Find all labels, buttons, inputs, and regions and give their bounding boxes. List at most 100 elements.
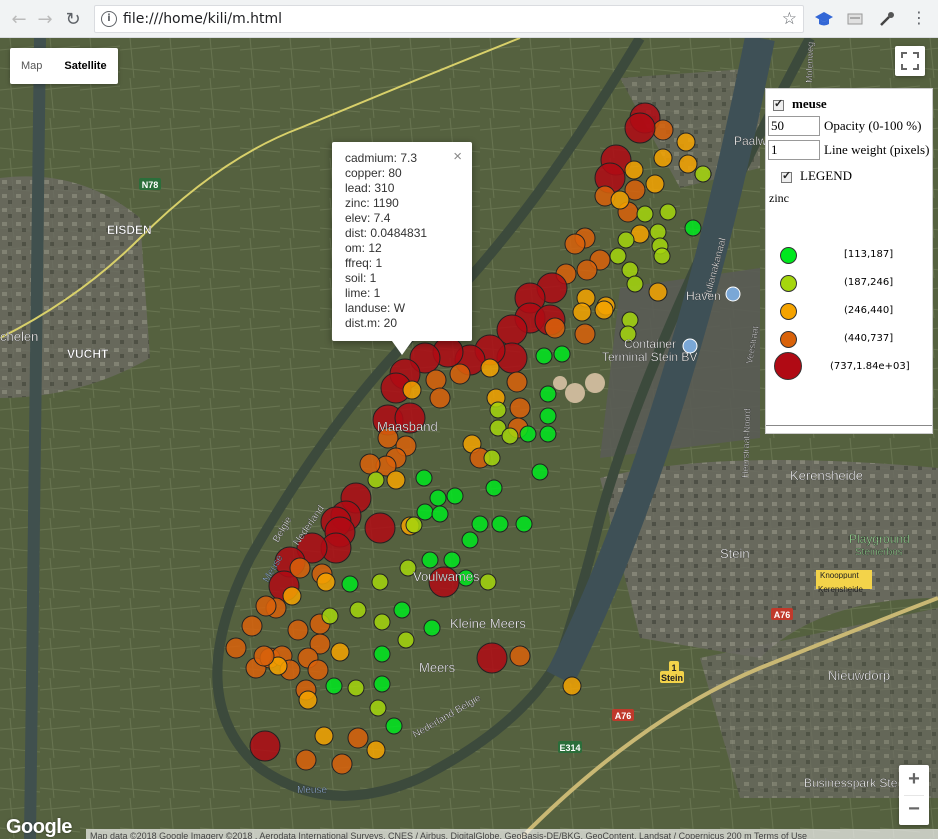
zinc-point-marker[interactable] [225,637,247,659]
back-arrow-icon[interactable]: ← [8,8,30,30]
zinc-point-marker[interactable] [446,487,464,505]
zinc-point-marker[interactable] [295,749,317,771]
zinc-point-marker[interactable] [506,371,528,393]
zinc-point-marker[interactable] [609,247,627,265]
zinc-point-marker[interactable] [617,231,635,249]
zinc-point-marker[interactable] [421,551,439,569]
zinc-point-marker[interactable] [364,512,396,544]
zinc-point-marker[interactable] [562,676,582,696]
zoom-in-button[interactable]: + [899,765,929,795]
zinc-point-marker[interactable] [373,675,391,693]
zinc-point-marker[interactable] [359,453,381,475]
zinc-point-marker[interactable] [480,358,500,378]
opacity-input[interactable] [768,116,820,136]
map-type-map-button[interactable]: Map [10,48,53,84]
zinc-point-marker[interactable] [684,219,702,237]
zinc-point-marker[interactable] [367,471,385,489]
zinc-point-marker[interactable] [373,645,391,663]
zinc-point-marker[interactable] [649,223,667,241]
zinc-point-marker[interactable] [676,132,696,152]
zinc-point-marker[interactable] [373,613,391,631]
zinc-point-marker[interactable] [531,463,549,481]
zinc-point-marker[interactable] [415,469,433,487]
extension-box-icon[interactable] [845,9,865,29]
zinc-point-marker[interactable] [519,425,537,443]
zinc-point-marker[interactable] [241,615,263,637]
zinc-point-marker[interactable] [621,311,639,329]
zinc-point-marker[interactable] [576,259,598,281]
zinc-point-marker[interactable] [347,679,365,697]
info-icon[interactable]: i [101,11,117,27]
zinc-point-marker[interactable] [341,575,359,593]
zinc-point-marker[interactable] [544,317,566,339]
zinc-point-marker[interactable] [423,619,441,637]
zinc-point-marker[interactable] [397,631,415,649]
zinc-point-marker[interactable] [636,205,654,223]
zinc-point-marker[interactable] [429,489,447,507]
close-icon[interactable]: × [453,148,462,165]
zinc-point-marker[interactable] [694,165,712,183]
eyedropper-icon[interactable] [877,9,897,29]
address-bar[interactable]: i file:///home/kili/m.html ☆ [94,5,804,33]
forward-arrow-icon[interactable]: → [34,8,56,30]
zinc-point-marker[interactable] [347,727,369,749]
zinc-point-marker[interactable] [330,642,350,662]
zinc-point-marker[interactable] [316,572,336,592]
location-pin-icon[interactable] [682,338,698,354]
zinc-point-marker[interactable] [610,190,630,210]
zinc-point-marker[interactable] [553,345,571,363]
zinc-point-marker[interactable] [653,247,671,265]
zinc-point-marker[interactable] [431,505,449,523]
layer-visibility-checkbox[interactable] [773,97,784,111]
zinc-point-marker[interactable] [594,300,614,320]
fullscreen-button[interactable] [895,46,925,76]
zinc-point-marker[interactable] [393,601,411,619]
zinc-point-marker[interactable] [476,642,508,674]
zinc-point-marker[interactable] [489,401,507,419]
zinc-point-marker[interactable] [307,659,329,681]
zinc-point-marker[interactable] [624,112,656,144]
zinc-point-marker[interactable] [539,407,557,425]
zinc-point-marker[interactable] [491,515,509,533]
legend-checkbox[interactable] [781,169,792,183]
zoom-out-button[interactable]: − [899,795,929,825]
zinc-point-marker[interactable] [314,726,334,746]
menu-kebab-icon[interactable]: ⋮ [909,9,929,29]
zinc-point-marker[interactable] [325,677,343,695]
zinc-point-marker[interactable] [539,385,557,403]
location-pin-icon[interactable] [725,286,741,302]
zinc-point-marker[interactable] [331,753,353,775]
zinc-point-marker[interactable] [461,531,479,549]
map-attribution[interactable]: Map data ©2018 Google Imagery ©2018 , Ae… [86,829,938,839]
zinc-point-marker[interactable] [289,557,311,579]
zinc-point-marker[interactable] [253,645,275,667]
extension-graduation-icon[interactable] [814,9,834,29]
zinc-point-marker[interactable] [645,174,665,194]
zinc-point-marker[interactable] [485,479,503,497]
zinc-point-marker[interactable] [298,690,318,710]
zinc-point-marker[interactable] [509,645,531,667]
zinc-point-marker[interactable] [653,148,673,168]
reload-icon[interactable]: ↻ [62,8,84,30]
line-weight-input[interactable] [768,140,820,160]
zinc-point-marker[interactable] [483,449,501,467]
bookmark-star-icon[interactable]: ☆ [782,9,797,29]
zinc-point-marker[interactable] [385,717,403,735]
zinc-point-marker[interactable] [572,302,592,322]
zinc-point-marker[interactable] [416,503,434,521]
zinc-point-marker[interactable] [371,573,389,591]
zinc-point-marker[interactable] [678,154,698,174]
zinc-point-marker[interactable] [515,515,533,533]
zinc-point-marker[interactable] [509,397,531,419]
zinc-point-marker[interactable] [255,595,277,617]
zinc-point-marker[interactable] [624,160,644,180]
zinc-point-marker[interactable] [535,347,553,365]
zinc-point-marker[interactable] [564,233,586,255]
zinc-point-marker[interactable] [443,551,461,569]
map-canvas[interactable]: EISDEN VUCHT chelen Maasband Voulwames Kleine… [0,38,938,839]
zinc-point-marker[interactable] [425,369,447,391]
zinc-point-marker[interactable] [501,427,519,445]
zinc-point-marker[interactable] [539,425,557,443]
zinc-point-marker[interactable] [471,515,489,533]
zinc-point-marker[interactable] [648,282,668,302]
